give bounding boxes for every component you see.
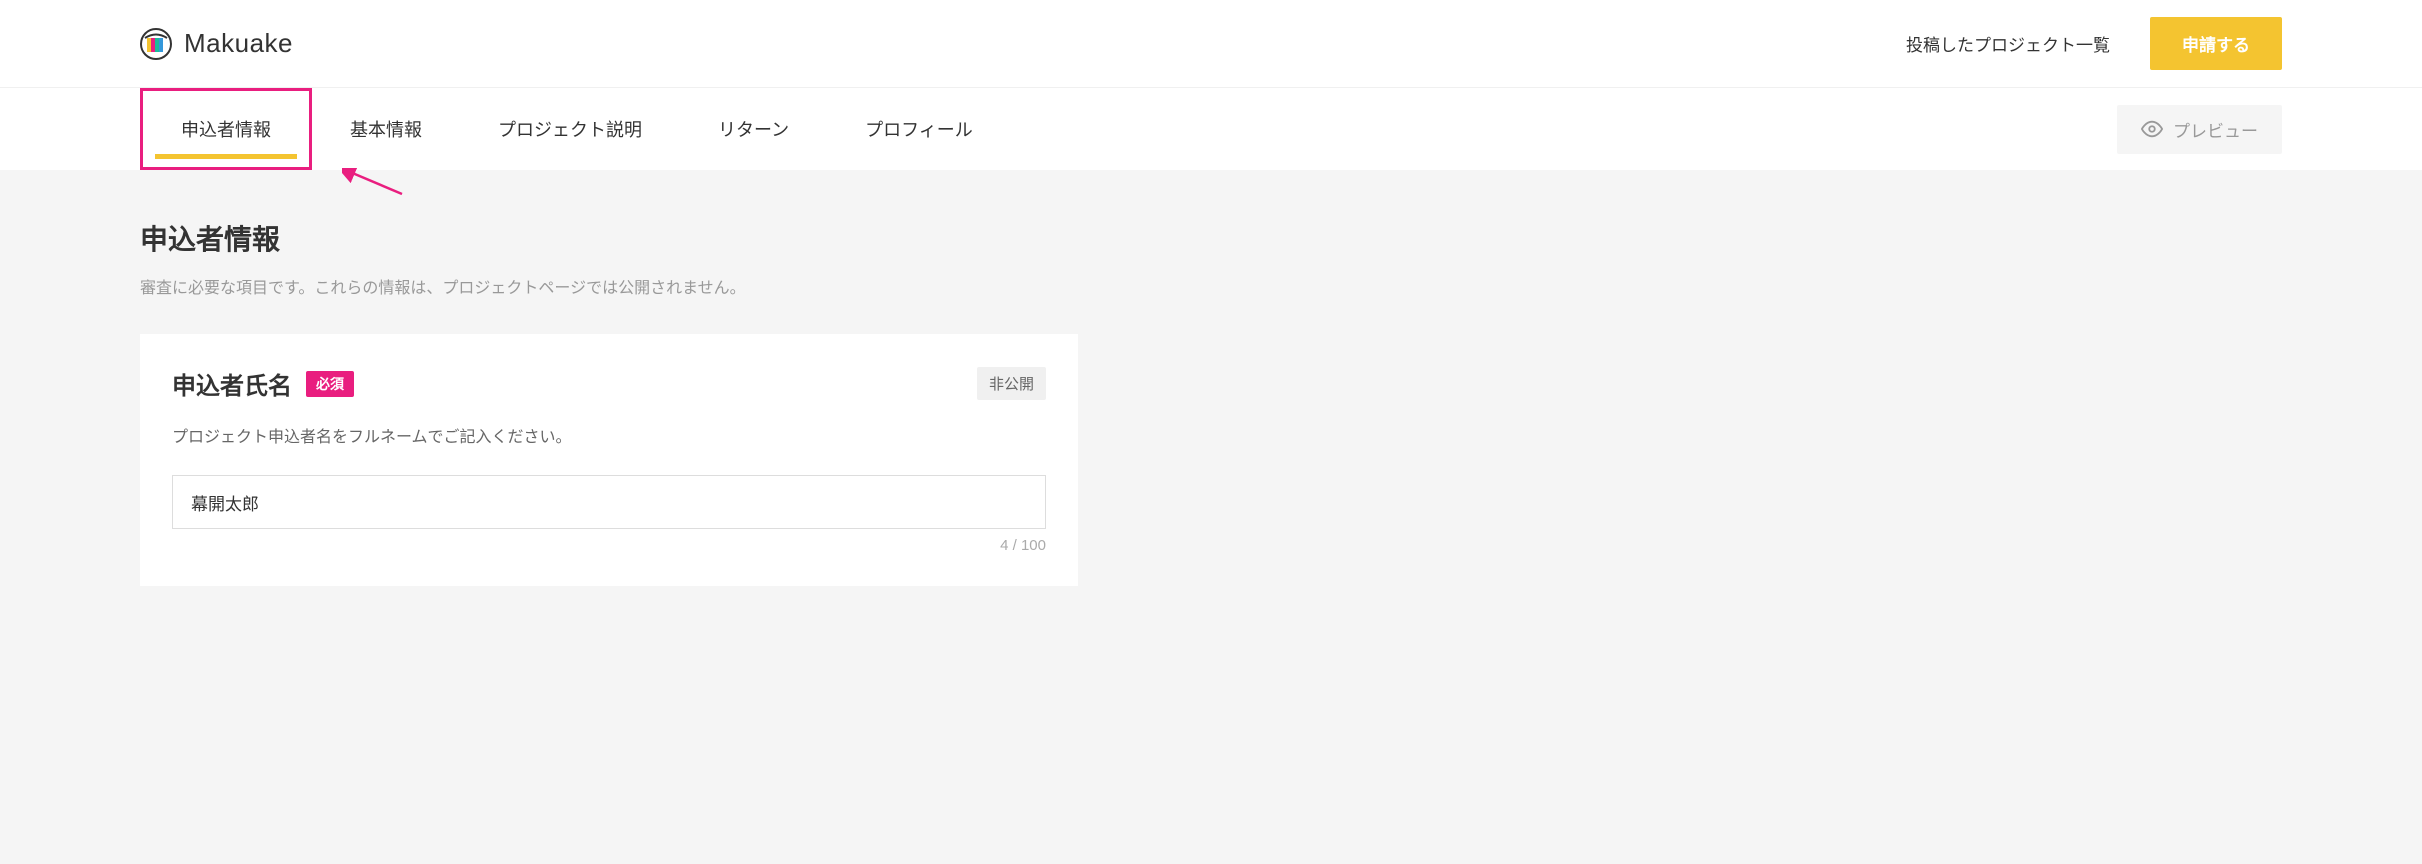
main-header: Makuake 投稿したプロジェクト一覧 申請する bbox=[0, 0, 2422, 88]
preview-button-label: プレビュー bbox=[2173, 117, 2258, 142]
tab-return[interactable]: リターン bbox=[680, 88, 827, 170]
applicant-name-input[interactable] bbox=[172, 475, 1046, 529]
apply-button[interactable]: 申請する bbox=[2150, 17, 2282, 70]
header-right: 投稿したプロジェクト一覧 申請する bbox=[1906, 17, 2282, 70]
required-badge: 必須 bbox=[306, 371, 354, 397]
logo[interactable]: Makuake bbox=[140, 28, 293, 60]
tab-basic-info[interactable]: 基本情報 bbox=[312, 88, 460, 170]
form-card: 申込者氏名 必須 非公開 プロジェクト申込者名をフルネームでご記入ください。 4… bbox=[140, 334, 1078, 586]
page-title: 申込者情報 bbox=[140, 218, 2282, 258]
field-label: 申込者氏名 bbox=[172, 366, 292, 401]
field-header-left: 申込者氏名 必須 bbox=[172, 366, 354, 401]
logo-text: Makuake bbox=[184, 28, 293, 59]
field-header: 申込者氏名 必須 非公開 bbox=[172, 366, 1046, 401]
tab-label: プロジェクト説明 bbox=[498, 116, 642, 142]
tabs-bar: 申込者情報 基本情報 プロジェクト説明 リターン プロフィール プレビュー bbox=[0, 88, 2422, 170]
tab-label: リターン bbox=[718, 116, 789, 142]
privacy-badge: 非公開 bbox=[977, 367, 1046, 400]
tab-label: プロフィール bbox=[865, 116, 973, 142]
tab-label: 基本情報 bbox=[350, 116, 422, 142]
preview-button[interactable]: プレビュー bbox=[2117, 105, 2282, 154]
project-list-link[interactable]: 投稿したプロジェクト一覧 bbox=[1906, 31, 2110, 56]
tabs: 申込者情報 基本情報 プロジェクト説明 リターン プロフィール bbox=[140, 88, 1011, 170]
tab-applicant-info[interactable]: 申込者情報 bbox=[140, 88, 312, 170]
makuake-logo-icon bbox=[140, 28, 172, 60]
eye-icon bbox=[2141, 118, 2163, 140]
char-count: 4 / 100 bbox=[172, 537, 1046, 554]
tab-project-description[interactable]: プロジェクト説明 bbox=[460, 88, 680, 170]
tab-profile[interactable]: プロフィール bbox=[827, 88, 1011, 170]
tab-label: 申込者情報 bbox=[181, 116, 271, 142]
main-content: 申込者情報 審査に必要な項目です。これらの情報は、プロジェクトページでは公開され… bbox=[0, 170, 2422, 586]
page-subtitle: 審査に必要な項目です。これらの情報は、プロジェクトページでは公開されません。 bbox=[140, 274, 2282, 298]
field-description: プロジェクト申込者名をフルネームでご記入ください。 bbox=[172, 423, 1046, 447]
